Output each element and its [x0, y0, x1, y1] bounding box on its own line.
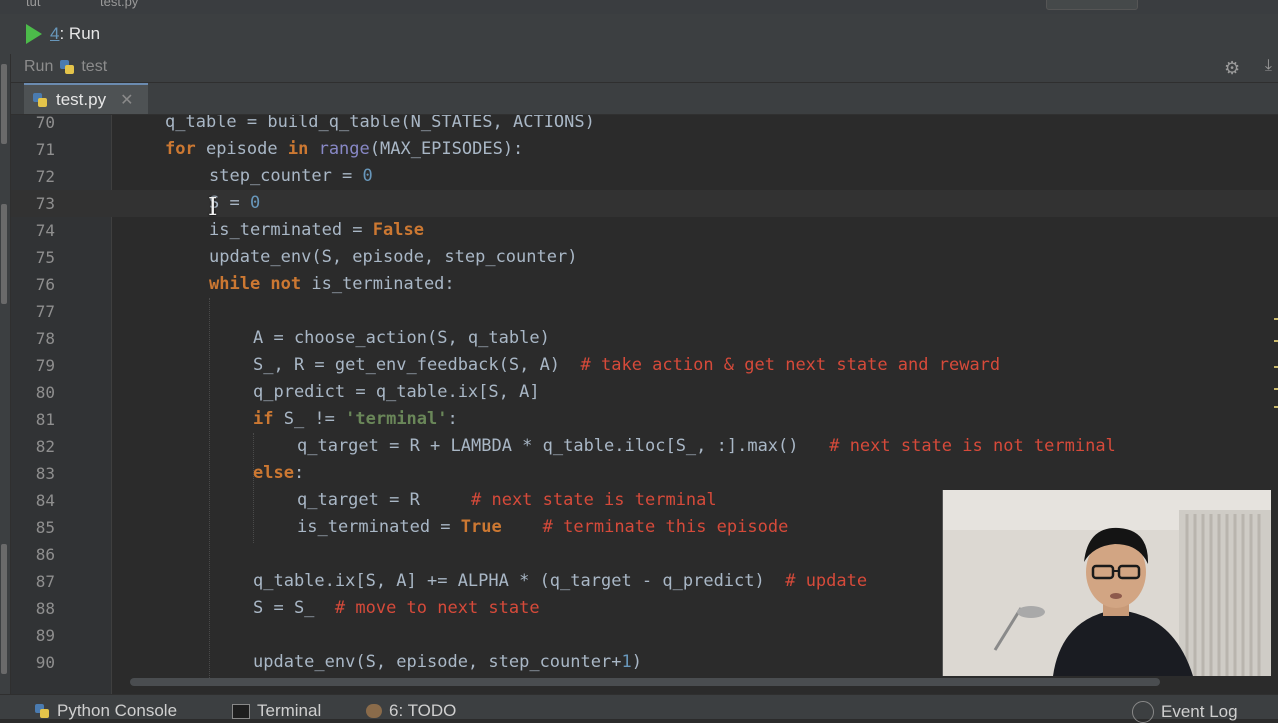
tab-test-py[interactable]: test.py ✕ [24, 83, 148, 114]
line-number: 83 [35, 464, 55, 483]
code-line[interactable]: 79 S_, R = get_env_feedback(S, A) # take… [11, 352, 1278, 379]
run-toolwindow-bar: 4: Run [0, 14, 1278, 55]
terminal-tab[interactable]: Terminal [232, 701, 321, 721]
python-console-icon [34, 703, 50, 719]
tab-label: test.py [56, 89, 107, 109]
text-cursor-icon: I [208, 193, 218, 221]
todo-icon [366, 704, 382, 718]
code-text: q_table.ix[S, A] += ALPHA * (q_target - … [253, 571, 868, 591]
structure-tool-tab[interactable] [1, 204, 7, 304]
code-text: S_, R = get_env_feedback(S, A) # take ac… [253, 355, 1001, 375]
code-text: update_env(S, episode, step_counter+1) [253, 652, 642, 672]
project-tool-tab[interactable] [1, 64, 7, 144]
line-number: 81 [35, 410, 55, 429]
breadcrumb-project[interactable]: tut [26, 0, 40, 9]
code-text: A = choose_action(S, q_table) [253, 328, 550, 348]
code-text: q_target = R + LAMBDA * q_table.iloc[S_,… [297, 436, 1116, 456]
run-tab-label: : Run [59, 24, 101, 43]
line-number: 71 [35, 140, 55, 159]
play-icon [26, 24, 42, 44]
python-file-icon [59, 59, 75, 75]
code-line[interactable]: 75 update_env(S, episode, step_counter) [11, 244, 1278, 271]
event-log-icon [1132, 701, 1154, 723]
favorites-tool-tab[interactable] [1, 544, 7, 674]
code-line[interactable]: 78 A = choose_action(S, q_table) [11, 325, 1278, 352]
download-icon[interactable]: ⤓ [1265, 57, 1272, 75]
code-line[interactable]: 82 q_target = R + LAMBDA * q_table.iloc[… [11, 433, 1278, 460]
python-console-label: Python Console [57, 701, 178, 720]
run-header-label: Run [24, 58, 54, 75]
indent-guide [253, 433, 254, 543]
editor-tabs: test.py ✕ [0, 83, 1278, 115]
line-number: 90 [35, 653, 55, 672]
webcam-overlay [942, 490, 1271, 676]
line-number: 74 [35, 221, 55, 240]
code-line[interactable]: 77 [11, 298, 1278, 325]
code-line[interactable]: 80 q_predict = q_table.ix[S, A] [11, 379, 1278, 406]
line-number: 85 [35, 518, 55, 537]
run-header: Run test ⚙ ⤓ [0, 54, 1278, 83]
breadcrumb-file[interactable]: test.py [100, 0, 138, 9]
line-number: 77 [35, 302, 55, 321]
terminal-label: Terminal [257, 701, 322, 720]
run-tool-tab[interactable]: 4: Run [18, 20, 110, 48]
code-text: S = S_ # move to next state [253, 598, 540, 618]
todo-tab[interactable]: 6: TODO [366, 701, 456, 721]
todo-label: 6: TODO [389, 701, 457, 720]
indent-guide [209, 298, 210, 678]
line-number: 79 [35, 356, 55, 375]
close-icon[interactable]: ✕ [120, 90, 133, 110]
code-text: q_target = R # next state is terminal [297, 490, 717, 510]
code-line[interactable]: 72 step_counter = 0 [11, 163, 1278, 190]
event-log-tab[interactable]: Event Log [1132, 701, 1238, 723]
run-config-name[interactable]: test [81, 58, 107, 76]
left-tool-strip [0, 54, 11, 694]
code-text: is_terminated = True # terminate this ep… [297, 517, 789, 537]
line-number: 73 [35, 194, 55, 213]
code-text: if S_ != 'terminal': [253, 409, 458, 429]
code-line-current[interactable]: 73 S = 0 [11, 190, 1278, 217]
line-number: 72 [35, 167, 55, 186]
code-line[interactable]: 83 else: [11, 460, 1278, 487]
code-line[interactable]: 74 is_terminated = False [11, 217, 1278, 244]
line-number: 78 [35, 329, 55, 348]
gear-icon[interactable]: ⚙ [1224, 59, 1242, 77]
code-text: q_table = build_q_table(N_STATES, ACTION… [165, 115, 595, 132]
line-number: 89 [35, 626, 55, 645]
code-text: update_env(S, episode, step_counter) [209, 247, 578, 267]
line-number: 87 [35, 572, 55, 591]
run-config-select[interactable] [1046, 0, 1138, 10]
event-log-label: Event Log [1161, 702, 1238, 721]
code-text: step_counter = 0 [209, 166, 373, 186]
code-text: is_terminated = False [209, 220, 424, 240]
horizontal-scrollbar[interactable] [130, 678, 1160, 686]
line-number: 76 [35, 275, 55, 294]
line-number: 82 [35, 437, 55, 456]
window-title-bar: tut test.py [0, 0, 1278, 15]
bottom-tool-bar: Python Console Terminal 6: TODO Event Lo… [0, 694, 1278, 723]
terminal-icon [232, 703, 250, 719]
code-line[interactable]: 76 while not is_terminated: [11, 271, 1278, 298]
line-number: 80 [35, 383, 55, 402]
line-number: 84 [35, 491, 55, 510]
code-text: else: [253, 463, 305, 483]
scroll-markers [1274, 318, 1278, 618]
line-number: 86 [35, 545, 55, 564]
python-console-tab[interactable]: Python Console [34, 701, 177, 721]
code-line[interactable]: 81 if S_ != 'terminal': [11, 406, 1278, 433]
line-number: 88 [35, 599, 55, 618]
code-text: for episode in range(MAX_EPISODES): [165, 139, 524, 159]
line-number: 70 [35, 115, 55, 132]
code-line[interactable]: 70 q_table = build_q_table(N_STATES, ACT… [11, 115, 1278, 136]
line-number: 75 [35, 248, 55, 267]
python-file-icon [32, 92, 48, 108]
code-text: q_predict = q_table.ix[S, A] [253, 382, 540, 402]
code-text: while not is_terminated: [209, 274, 455, 294]
code-line[interactable]: 71 for episode in range(MAX_EPISODES): [11, 136, 1278, 163]
